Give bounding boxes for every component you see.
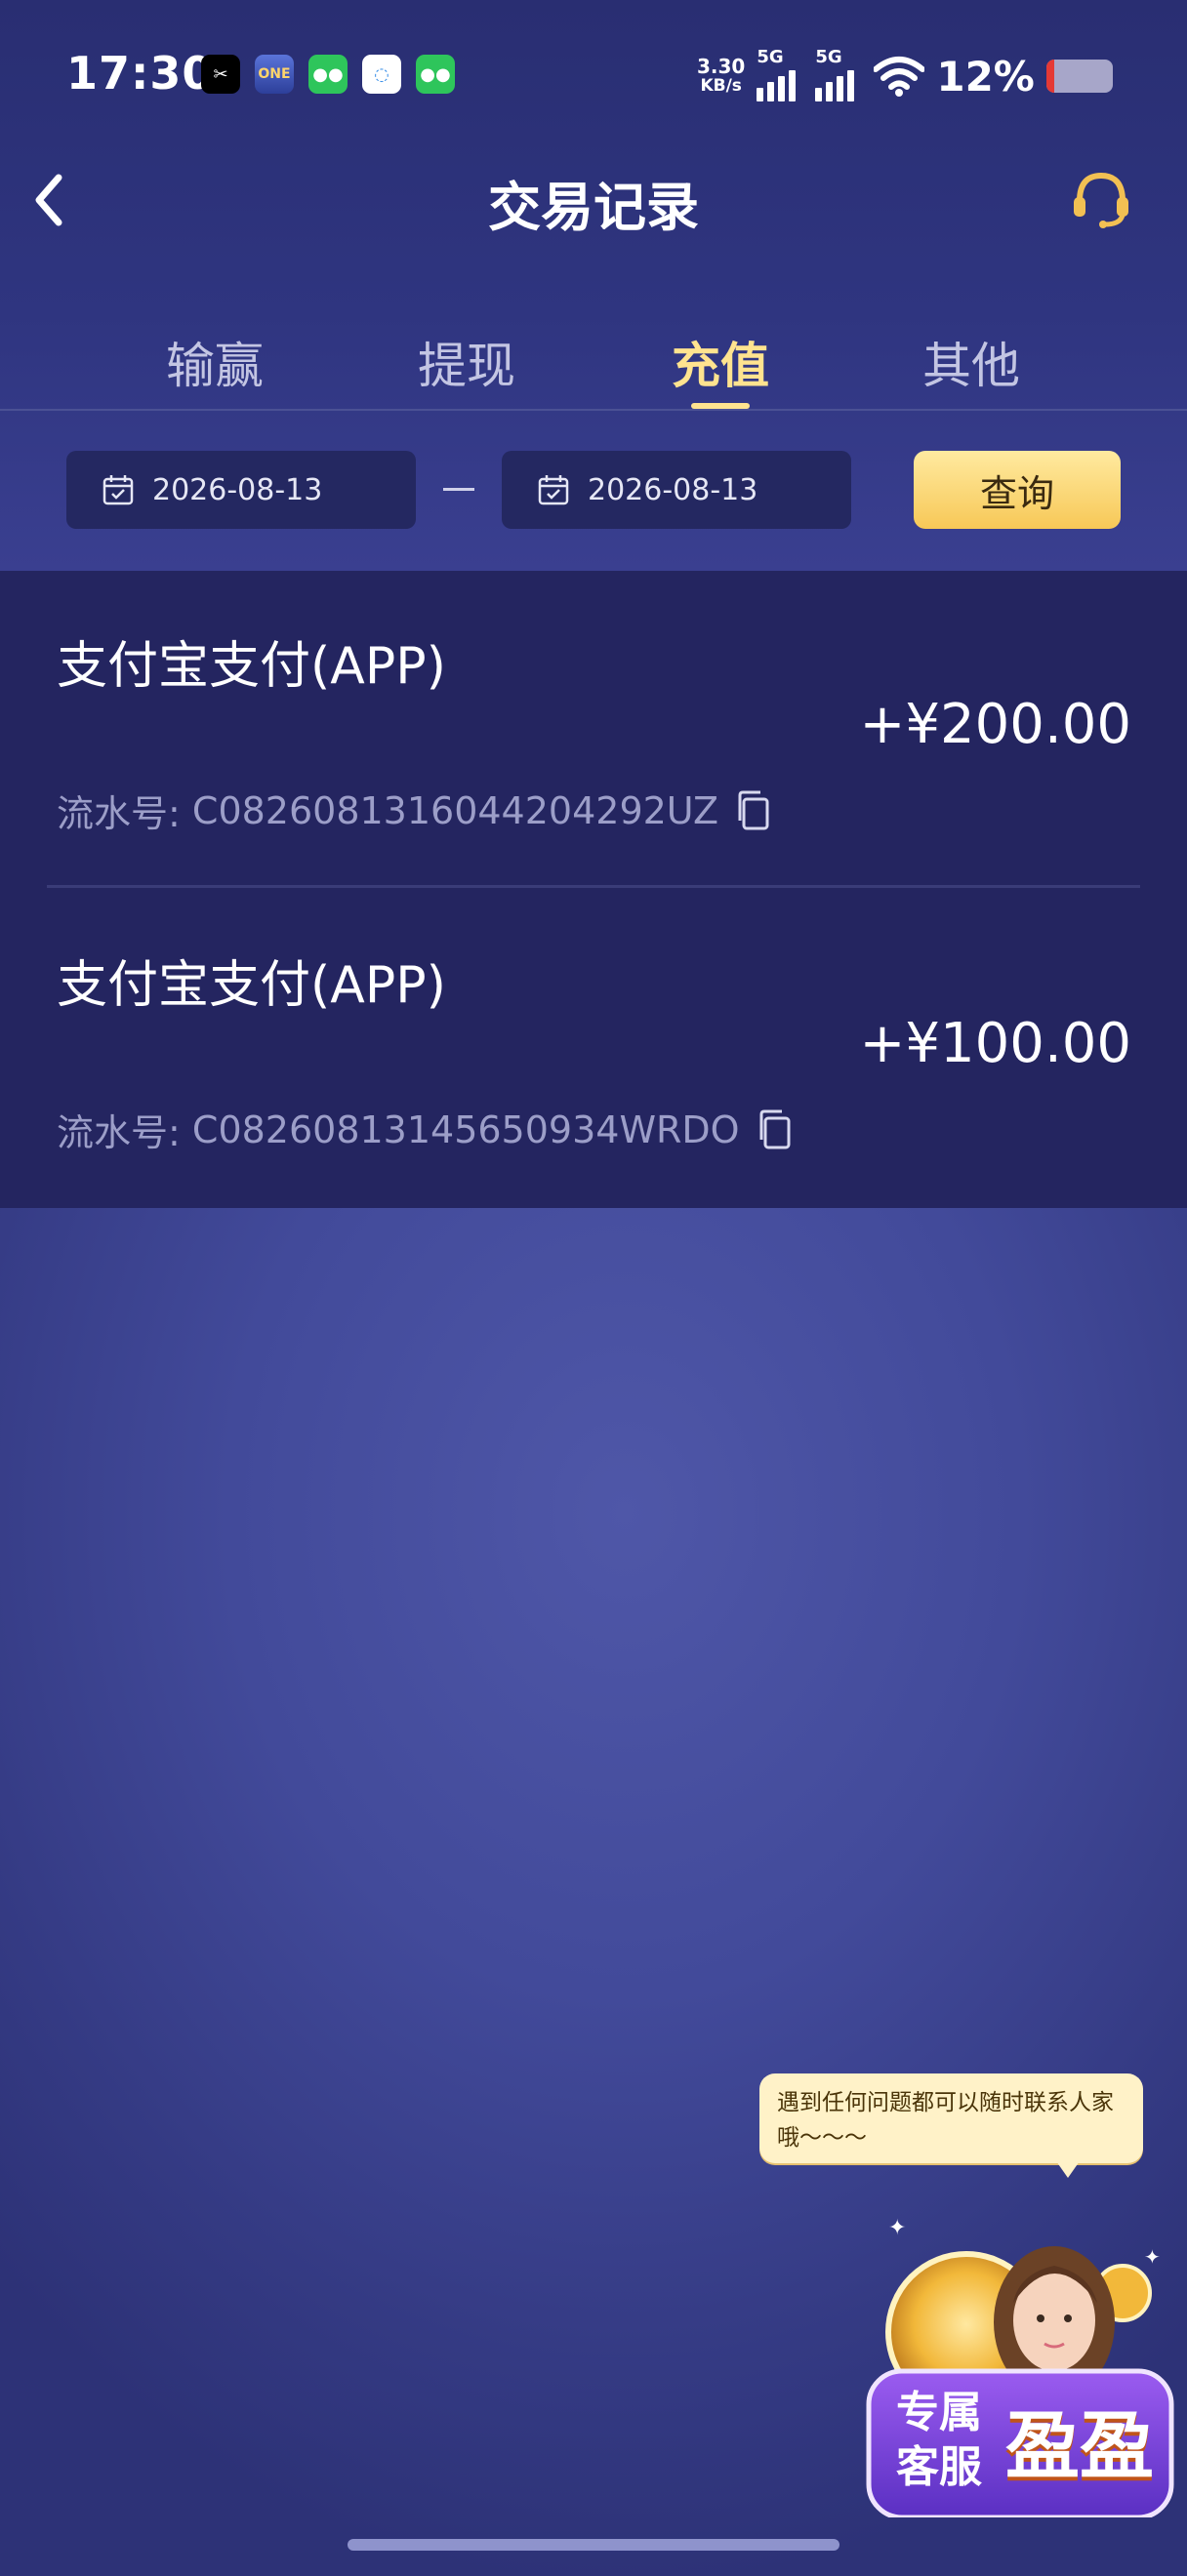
network-speed: 3.30 KB/s — [697, 57, 745, 96]
transaction-serial: 流水号: C08260813145650934WRDO — [57, 1103, 795, 1156]
end-date-value: 2026-08-13 — [588, 472, 758, 507]
calendar-icon — [538, 475, 569, 505]
end-date-picker[interactable]: 2026-08-13 — [502, 451, 851, 529]
mascot-line2: 客服 — [896, 2442, 982, 2492]
mascot-name: 盈盈 — [1005, 2402, 1154, 2489]
wechat-icon: ●● — [308, 55, 348, 94]
start-date-picker[interactable]: 2026-08-13 — [66, 451, 416, 529]
transaction-serial: 流水号: C0826081316044204292UZ — [57, 784, 773, 837]
page-title: 交易记录 — [488, 177, 699, 238]
transaction-list: 支付宝支付(APP) +¥200.00 流水号: C08260813160442… — [0, 571, 1187, 1208]
capcut-icon: ✂ — [201, 55, 240, 94]
tabs-divider — [0, 409, 1187, 411]
transaction-amount: +¥200.00 — [859, 693, 1132, 756]
transaction-method: 支付宝支付(APP) — [57, 637, 446, 696]
wifi-icon — [874, 57, 925, 97]
transaction-amount: +¥100.00 — [859, 1012, 1132, 1075]
start-date-value: 2026-08-13 — [152, 472, 323, 507]
battery-icon — [1045, 60, 1113, 93]
notification-app-icons: ✂ ONE ●● ◌ ●● — [201, 55, 455, 94]
svg-text:✦: ✦ — [1144, 2245, 1161, 2269]
serial-label: 流水号: — [57, 1111, 181, 1154]
serial-number: C0826081316044204292UZ — [191, 788, 718, 832]
status-indicators: 3.30 KB/s 5G 5G 12% — [697, 47, 1113, 101]
calendar-icon — [102, 475, 134, 505]
customer-service-headset-icon[interactable] — [1066, 164, 1136, 234]
home-indicator[interactable] — [348, 2539, 839, 2551]
battery-percentage: 12% — [936, 52, 1035, 101]
bubble-tail — [1054, 2158, 1082, 2178]
row-divider — [47, 885, 1140, 888]
network-speed-unit: KB/s — [700, 76, 742, 96]
serial-number: C08260813145650934WRDO — [191, 1107, 740, 1151]
tab-withdraw[interactable]: 提现 — [369, 327, 564, 397]
signal-label: 5G — [757, 47, 784, 67]
signal-label: 5G — [815, 47, 842, 67]
copy-icon[interactable] — [756, 1108, 795, 1151]
copy-icon[interactable] — [734, 789, 773, 832]
one-app-icon: ONE — [255, 55, 294, 94]
svg-text:✦: ✦ — [888, 2216, 906, 2240]
mascot-line1: 专属 — [896, 2388, 982, 2437]
transaction-method: 支付宝支付(APP) — [57, 956, 446, 1015]
customer-service-mascot[interactable]: ✦ ✦ 专属 客服 盈盈 — [859, 2205, 1181, 2520]
signal-icon: 5G — [757, 47, 803, 101]
network-speed-value: 3.30 — [697, 55, 746, 78]
chat-bubble-icon: ◌ — [362, 55, 401, 94]
tab-other[interactable]: 其他 — [874, 327, 1069, 397]
transaction-row[interactable]: 支付宝支付(APP) +¥100.00 流水号: C08260813145650… — [0, 890, 1187, 1208]
wechat-icon: ●● — [416, 55, 455, 94]
tab-recharge[interactable]: 充值 — [623, 327, 818, 409]
status-time: 17:30 — [66, 47, 215, 100]
mascot-label: 专属 客服 — [896, 2383, 982, 2492]
transaction-row[interactable]: 支付宝支付(APP) +¥200.00 流水号: C08260813160442… — [0, 571, 1187, 889]
query-button[interactable]: 查询 — [914, 451, 1121, 529]
tab-win-loss[interactable]: 输赢 — [117, 327, 312, 397]
serial-label: 流水号: — [57, 792, 181, 835]
record-type-tabs: 输赢 提现 充值 其他 — [0, 327, 1187, 411]
date-range-separator — [443, 488, 474, 491]
signal-icon: 5G — [815, 47, 862, 101]
support-tooltip-bubble: 遇到任何问题都可以随时联系人家哦～～～ — [759, 2073, 1143, 2163]
